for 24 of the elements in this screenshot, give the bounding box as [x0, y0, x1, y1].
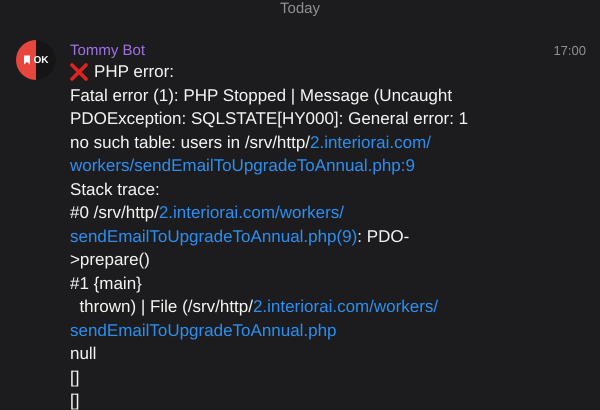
cross-icon	[70, 62, 88, 81]
message-line: null	[70, 343, 98, 365]
date-header: Today	[280, 0, 320, 17]
message-line: []	[70, 366, 80, 388]
message-line: Stack trace:	[70, 178, 161, 200]
link[interactable]: sendEmailToUpgradeToAnnual.php(9)	[70, 224, 358, 248]
link[interactable]: 2.interiorai.com/workers/	[252, 295, 438, 318]
error-title: PHP error:	[94, 61, 174, 83]
message-line: #0 /srv/http/2.interiorai.com/workers/	[70, 201, 584, 224]
link[interactable]: sendEmailToUpgradeToAnnual.php	[70, 318, 337, 342]
message-line: Fatal error (1): PHP Stopped | Message (Uncaught	[70, 84, 454, 107]
message-time: 17:00	[553, 42, 586, 58]
message-line: >prepare()	[70, 249, 151, 271]
message-line: PDOException: SQLSTATE[HY000]: General error: 1	[70, 108, 470, 130]
link[interactable]: 2.interiorai.com/	[310, 130, 431, 154]
message-line: sendEmailToUpgradeToAnnual.php(9): PDO-	[70, 224, 584, 248]
message-line: #1 {main}	[70, 272, 143, 294]
link[interactable]: workers/sendEmailToUpgradeToAnnual.php:9	[70, 154, 415, 178]
message-line: []	[70, 390, 80, 410]
message-line: thrown) | File (/srv/http/2.interiorai.com/workers/	[70, 295, 584, 318]
sender-name: Tommy Bot	[70, 42, 146, 58]
link[interactable]: 2.interiorai.com/workers/	[158, 201, 344, 224]
bookmark-icon	[24, 55, 30, 65]
message-line: no such table: users in /srv/http/2.interiorai.com/	[70, 130, 584, 154]
